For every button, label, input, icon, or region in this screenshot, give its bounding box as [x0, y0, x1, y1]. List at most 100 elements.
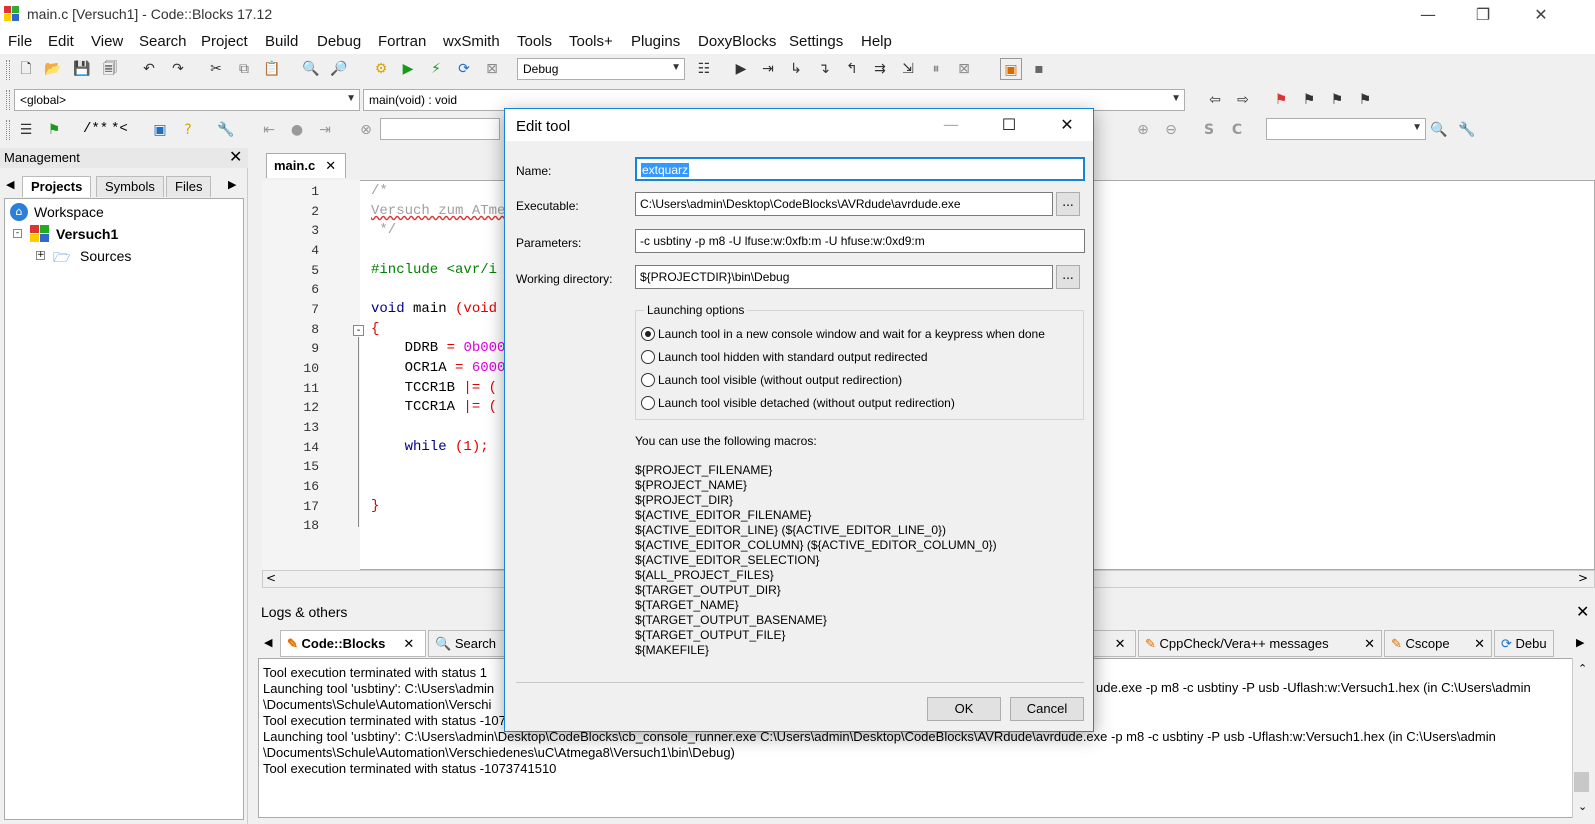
radio-button[interactable] [641, 350, 655, 364]
management-close-icon[interactable]: ✕ [229, 147, 242, 166]
working-directory-input[interactable]: ${PROJECTDIR}\bin\Debug [635, 265, 1053, 289]
tab-files[interactable]: Files [166, 176, 212, 197]
redo-icon[interactable]: ↷ [167, 58, 189, 80]
close-tab-icon[interactable]: ✕ [1474, 636, 1485, 652]
nav-last-icon[interactable]: ⇥ [314, 119, 336, 141]
executable-browse-button[interactable]: ... [1056, 192, 1080, 216]
run-to-cursor-icon[interactable]: ⇥ [757, 58, 779, 80]
next-line-icon[interactable]: ↳ [785, 58, 807, 80]
jump-back-icon[interactable]: ⇦ [1204, 89, 1226, 111]
step-out-icon[interactable]: ↰ [841, 58, 863, 80]
rebuild-icon[interactable]: ⟳ [453, 58, 475, 80]
expand-icon[interactable]: + [36, 251, 45, 260]
tab-symbols[interactable]: Symbols [96, 176, 164, 197]
cancel-button[interactable]: Cancel [1010, 697, 1084, 721]
menu-tools-plus[interactable]: Tools+ [569, 33, 613, 50]
tab-scroll-right-icon[interactable]: ▶ [228, 178, 236, 191]
tree-item-sources[interactable]: Sources [80, 248, 131, 264]
menu-search[interactable]: Search [139, 33, 187, 50]
tab-scroll-right-icon[interactable]: ▶ [1576, 636, 1584, 649]
menu-view[interactable]: View [91, 33, 123, 50]
maximize-button[interactable]: ❐ [1460, 0, 1506, 30]
menu-tools[interactable]: Tools [517, 33, 552, 50]
log-tab-search[interactable]: 🔍 Search [428, 630, 504, 657]
zoom-out-icon[interactable]: ⊖ [1160, 119, 1182, 141]
collapse-icon[interactable]: - [13, 229, 22, 238]
menu-build[interactable]: Build [265, 33, 298, 50]
menu-plugins[interactable]: Plugins [631, 33, 680, 50]
build-icon[interactable]: ⚙ [370, 58, 392, 80]
menu-help[interactable]: Help [861, 33, 892, 50]
scroll-right-icon[interactable]: > [1578, 571, 1588, 585]
menu-project[interactable]: Project [201, 33, 248, 50]
nav-dot-icon[interactable]: ● [286, 119, 308, 141]
option-hidden-redirected[interactable]: Launch tool hidden with standard output … [641, 350, 928, 364]
doxy-line-comment-button[interactable]: *< [111, 121, 128, 137]
option-visible-detached[interactable]: Launch tool visible detached (without ou… [641, 396, 955, 410]
find-icon[interactable]: 🔍 [300, 58, 322, 80]
name-input[interactable]: extquarz [635, 157, 1085, 181]
menu-file[interactable]: File [8, 33, 32, 50]
incremental-search-input[interactable] [380, 118, 500, 140]
menu-debug[interactable]: Debug [317, 33, 361, 50]
tree-item-project[interactable]: Versuch1 [56, 226, 118, 242]
scroll-thumb[interactable] [1574, 772, 1589, 792]
undo-icon[interactable]: ↶ [138, 58, 160, 80]
paste-icon[interactable]: 📋 [261, 58, 283, 80]
symbol-c-icon[interactable]: C [1226, 119, 1248, 141]
replace-icon[interactable]: 🔎 [328, 58, 350, 80]
pause-icon[interactable]: ⏸ [925, 58, 947, 80]
step-into-icon[interactable]: ↴ [813, 58, 835, 80]
option-visible[interactable]: Launch tool visible (without output redi… [641, 373, 902, 387]
bookmark-next-icon[interactable]: ⚑ [1326, 89, 1348, 111]
cut-icon[interactable]: ✂ [205, 58, 227, 80]
dialog-maximize-button[interactable]: ☐ [994, 112, 1024, 138]
option-new-console[interactable]: Launch tool in a new console window and … [641, 327, 1045, 341]
close-tab-icon[interactable]: ✕ [403, 636, 414, 651]
stop-debug-icon[interactable]: ⊠ [953, 58, 975, 80]
close-tab-icon[interactable]: ✕ [325, 158, 336, 173]
zoom-in-icon[interactable]: ⊕ [1132, 119, 1154, 141]
close-button[interactable]: ✕ [1518, 0, 1564, 30]
bookmark-clear-icon[interactable]: ⚑ [1354, 89, 1376, 111]
log-tab-debugger[interactable]: ⟳ Debu [1494, 630, 1554, 657]
doxy-help-icon[interactable]: ? [177, 119, 199, 141]
menu-fortran[interactable]: Fortran [378, 33, 426, 50]
minimize-button[interactable]: — [1405, 0, 1451, 30]
log-tab-codeblocks[interactable]: ✎ Code::Blocks ✕ [280, 630, 426, 657]
build-and-run-icon[interactable]: ⚡ [425, 58, 447, 80]
tab-projects[interactable]: Projects [22, 176, 92, 197]
debug-windows-icon[interactable]: ▣ [1000, 58, 1022, 80]
symbol-select[interactable]: ▼ [1266, 118, 1426, 140]
doxy-html-icon[interactable]: ▣ [149, 119, 171, 141]
editor-tab-main-c[interactable]: main.c ✕ [266, 153, 346, 178]
settings-wrench-icon[interactable]: 🔧 [215, 119, 237, 141]
ok-button[interactable]: OK [927, 697, 1001, 721]
debug-info-icon[interactable]: ▪ [1028, 58, 1050, 80]
tree-item-workspace[interactable]: Workspace [34, 204, 104, 220]
executable-input[interactable]: C:\Users\admin\Desktop\CodeBlocks\AVRdud… [635, 192, 1053, 216]
symbol-s-icon[interactable]: S [1198, 119, 1220, 141]
fold-icon[interactable]: - [353, 325, 364, 336]
close-tab-icon[interactable]: ✕ [1364, 636, 1375, 652]
symbol-search-icon[interactable]: 🔍 [1428, 119, 1450, 141]
parameters-input[interactable]: -c usbtiny -p m8 -U lfuse:w:0xfb:m -U hf… [635, 229, 1085, 253]
menu-settings[interactable]: Settings [789, 33, 843, 50]
open-file-icon[interactable]: 📂 [42, 58, 64, 80]
jump-forward-icon[interactable]: ⇨ [1232, 89, 1254, 111]
doxy-extract-icon[interactable]: ⚑ [43, 119, 65, 141]
scroll-left-icon[interactable]: < [266, 571, 276, 585]
tab-scroll-left-icon[interactable]: ◀ [264, 636, 272, 649]
menu-wxsmith[interactable]: wxSmith [443, 33, 500, 50]
log-vertical-scrollbar[interactable] [1572, 658, 1592, 818]
debug-start-icon[interactable]: ▶ [730, 58, 752, 80]
copy-icon[interactable]: ⧉ [233, 58, 255, 80]
build-target-select[interactable]: Debug ▼ [517, 58, 685, 80]
target-options-icon[interactable]: ☷ [693, 58, 715, 80]
menu-doxyblocks[interactable]: DoxyBlocks [698, 33, 776, 50]
next-instruction-icon[interactable]: ⇉ [869, 58, 891, 80]
log-tab-cscope[interactable]: ✎ Cscope ✕ [1384, 630, 1492, 657]
radio-button[interactable] [641, 396, 655, 410]
close-tab-icon[interactable]: ✕ [1115, 636, 1126, 651]
new-file-icon[interactable]: 🗋 [15, 58, 37, 80]
